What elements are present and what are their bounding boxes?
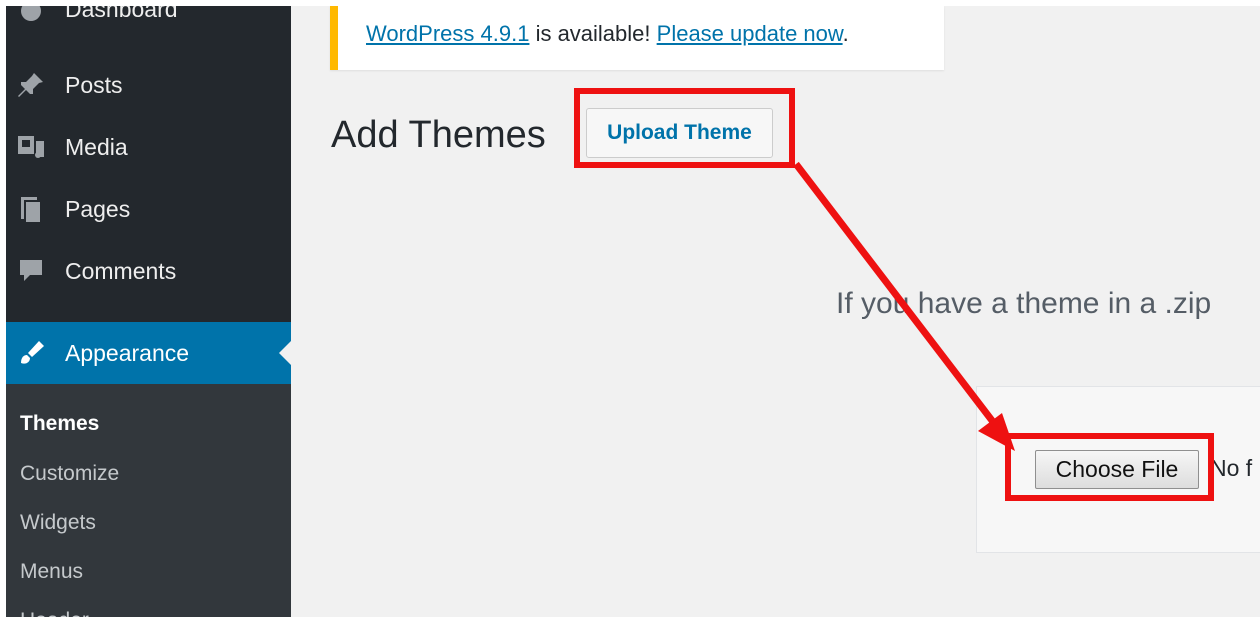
sidebar-item-label: Appearance: [65, 339, 190, 366]
no-file-chosen-text: No f: [1210, 455, 1253, 481]
update-notice: WordPress 4.9.1 is available! Please upd…: [330, 6, 944, 70]
media-icon: [14, 130, 48, 164]
sidebar-item-comments[interactable]: Comments: [6, 246, 291, 296]
upload-help-text: If you have a theme in a .zip: [836, 287, 1212, 320]
pages-icon: [14, 192, 48, 226]
sidebar-item-label: Dashboard: [65, 6, 178, 22]
update-now-link[interactable]: Please update now: [657, 21, 843, 46]
pin-icon: [14, 68, 48, 102]
wp-admin-window: Dashboard Posts Media Pages Comments App…: [6, 6, 1260, 617]
submenu-item-themes[interactable]: Themes: [20, 412, 99, 436]
sidebar-item-media[interactable]: Media: [6, 122, 291, 172]
submenu-item-menus[interactable]: Menus: [20, 560, 83, 584]
notice-end-text: .: [842, 21, 849, 46]
choose-file-highlight: [1005, 433, 1214, 501]
sidebar-item-pages[interactable]: Pages: [6, 184, 291, 234]
upload-button-highlight: [574, 88, 795, 168]
submenu-item-customize[interactable]: Customize: [20, 462, 119, 486]
comment-icon: [14, 254, 48, 288]
sidebar-item-label: Media: [65, 133, 128, 160]
sidebar-item-label: Posts: [65, 71, 123, 98]
active-menu-caret: [279, 341, 291, 365]
sidebar-item-dashboard[interactable]: Dashboard: [6, 6, 291, 34]
sidebar-item-appearance[interactable]: Appearance: [6, 322, 291, 384]
sidebar-item-label: Pages: [65, 195, 131, 222]
notice-middle-text: is available!: [529, 21, 657, 46]
page-title: Add Themes: [331, 114, 546, 156]
admin-sidebar: Dashboard Posts Media Pages Comments App…: [6, 6, 291, 617]
update-notice-text: WordPress 4.9.1 is available! Please upd…: [366, 21, 849, 47]
submenu-item-header[interactable]: Header: [20, 609, 89, 617]
dashboard-icon: [14, 6, 48, 26]
wordpress-version-link[interactable]: WordPress 4.9.1: [366, 21, 529, 46]
submenu-item-widgets[interactable]: Widgets: [20, 511, 96, 535]
paintbrush-icon: [14, 336, 48, 370]
sidebar-item-posts[interactable]: Posts: [6, 60, 291, 110]
sidebar-item-label: Comments: [65, 257, 177, 284]
appearance-submenu: Themes Customize Widgets Menus Header: [6, 384, 291, 617]
